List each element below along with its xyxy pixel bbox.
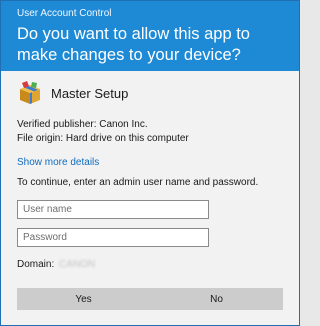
- file-origin: File origin: Hard drive on this computer: [17, 133, 189, 144]
- admin-instructions: To continue, enter an admin user name an…: [17, 177, 259, 188]
- prompt-question: Do you want to allow this app to make ch…: [17, 25, 250, 64]
- dialog-header: User Account Control Do you want to allo…: [1, 1, 299, 71]
- app-name: Master Setup: [51, 86, 129, 101]
- window-title: User Account Control: [17, 8, 112, 19]
- username-field[interactable]: [17, 200, 209, 219]
- domain-label: Domain:: [17, 259, 55, 270]
- verified-publisher: Verified publisher: Canon Inc.: [17, 119, 148, 130]
- uac-dialog: User Account Control Do you want to allo…: [0, 0, 300, 326]
- setup-box-icon: [20, 81, 40, 104]
- domain-value: CANON: [59, 259, 96, 270]
- no-button[interactable]: No: [150, 288, 283, 310]
- password-field[interactable]: [17, 228, 209, 247]
- show-more-details-link[interactable]: Show more details: [17, 157, 99, 168]
- yes-button[interactable]: Yes: [17, 288, 150, 310]
